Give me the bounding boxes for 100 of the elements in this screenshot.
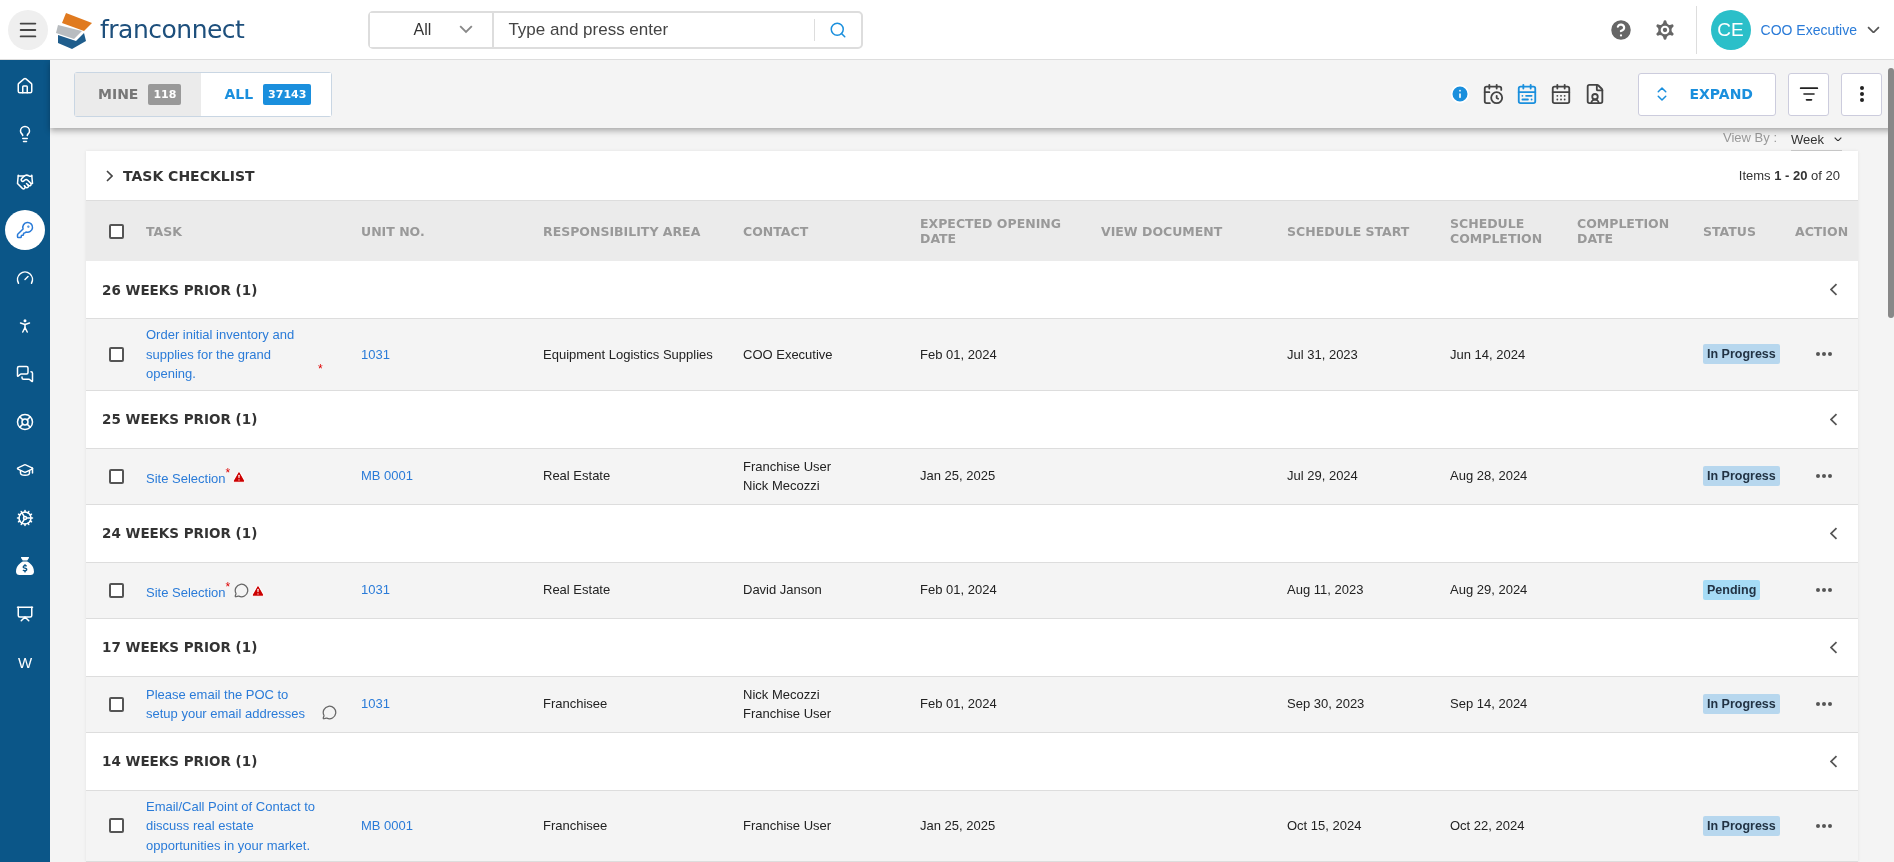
table-cell-text: Equipment Logistics Supplies	[543, 345, 713, 364]
chevron-left-icon	[1830, 283, 1838, 296]
column-header: SCHEDULE START	[1287, 223, 1411, 239]
group-title: 17 WEEKS PRIOR (1)	[102, 639, 258, 655]
scope-dropdown[interactable]: All	[370, 12, 495, 47]
info-icon[interactable]	[1450, 84, 1471, 104]
table-cell-text: Oct 22, 2024	[1450, 817, 1525, 835]
group-toggle[interactable]	[1830, 526, 1838, 540]
chevron-down-icon	[459, 25, 474, 34]
table-cell-text: Feb 01, 2024	[920, 695, 997, 714]
more-icon	[1815, 352, 1832, 357]
column-header: TASK	[146, 223, 183, 239]
table-cell-text: Real Estate	[543, 467, 611, 486]
row-checkbox[interactable]	[108, 582, 124, 598]
row-checkbox[interactable]	[108, 346, 124, 362]
contact-name: Franchise User	[743, 705, 833, 723]
group-title: 25 WEEKS PRIOR (1)	[102, 411, 258, 427]
column-header: CONTACT	[743, 223, 810, 239]
task-link[interactable]: Please email the POC to setup your email addresses	[146, 684, 318, 724]
more-icon	[1815, 702, 1832, 706]
table-cell-text: Jan 25, 2025	[920, 467, 996, 486]
table-cell-text: Feb 01, 2024	[920, 345, 997, 364]
search-icon	[829, 20, 848, 39]
more-icon	[1815, 823, 1832, 828]
filter-tab[interactable]: ALL 37143	[201, 72, 332, 116]
money-bag-icon	[16, 557, 34, 575]
search-field[interactable]: All Type and press enter	[368, 10, 864, 49]
group-toggle[interactable]	[1830, 754, 1838, 768]
status-tag: In Progress	[1703, 466, 1780, 486]
row-checkbox[interactable]	[108, 696, 124, 712]
filter-button[interactable]	[1788, 72, 1829, 116]
status-tag: Pending	[1703, 580, 1761, 600]
column-header: SCHEDULE COMPLETION	[1450, 216, 1544, 246]
unit-link[interactable]: MB 0001	[361, 466, 543, 486]
sidebar-item[interactable]	[5, 210, 45, 250]
column-header: UNIT NO.	[361, 223, 426, 239]
cog-icon	[16, 509, 34, 527]
more-button[interactable]	[1815, 474, 1832, 478]
table-cell-text: Jul 31, 2023	[1287, 345, 1358, 364]
group-toggle[interactable]	[1830, 412, 1838, 426]
calendar-icon	[1550, 83, 1573, 105]
table-cell-text: Franchisee	[543, 695, 608, 714]
filter-icon	[1798, 84, 1819, 104]
sidebar-item[interactable]: W	[5, 642, 45, 682]
chat-icon	[16, 365, 34, 383]
column-header: COMPLETION DATE	[1577, 216, 1671, 246]
unit-link[interactable]: 1031	[361, 344, 543, 364]
contact-name: COO Executive	[743, 345, 834, 364]
task-link[interactable]: Email/Call Point of Contact to discuss real estate opportunities in your market.	[146, 796, 318, 855]
status-tag: In Progress	[1703, 815, 1780, 836]
key-icon	[16, 221, 34, 239]
view-button[interactable]	[1482, 83, 1505, 105]
more-button[interactable]	[1815, 588, 1832, 592]
column-header: ACTION	[1795, 223, 1850, 239]
status-tag: In Progress	[1703, 344, 1780, 365]
view-by-label: View By :	[1723, 130, 1777, 147]
table-cell-text: Sep 14, 2024	[1450, 695, 1528, 714]
more-button[interactable]	[1815, 702, 1832, 706]
count-badge: 37143	[263, 83, 312, 105]
group-toggle[interactable]	[1830, 283, 1838, 296]
task-link[interactable]: Site Selection	[146, 582, 226, 602]
section-toggle[interactable]: TASK CHECKLIST	[106, 167, 255, 184]
more-button[interactable]	[1815, 352, 1832, 357]
column-header: VIEW DOCUMENT	[1101, 223, 1224, 239]
brand-name: franconnect	[100, 15, 245, 44]
column-header: RESPONSIBILITY AREA	[543, 223, 702, 239]
group-toggle[interactable]	[1830, 640, 1838, 654]
chevron-down-icon	[1834, 136, 1842, 142]
menu-button[interactable]	[8, 9, 48, 50]
required-mark: *	[225, 465, 231, 482]
house-icon	[16, 77, 34, 95]
user-menu[interactable]: CE COO Executive	[1695, 5, 1886, 54]
unit-link[interactable]: 1031	[361, 694, 543, 714]
more-icon	[1815, 588, 1832, 592]
column-header: EXPECTED OPENING DATE	[920, 216, 1062, 246]
required-mark: *	[318, 360, 323, 378]
more-button[interactable]	[1815, 823, 1832, 828]
select-all-checkbox[interactable]	[108, 223, 124, 239]
row-checkbox[interactable]	[108, 818, 124, 834]
status-tag: In Progress	[1703, 694, 1780, 714]
chevron-left-icon	[1830, 754, 1838, 768]
scrollbar[interactable]	[1888, 68, 1894, 318]
chevron-left-icon	[1830, 640, 1838, 654]
filter-tab[interactable]: MINE 118	[75, 72, 202, 116]
user-name: COO Executive	[1760, 21, 1857, 38]
unit-link[interactable]: 1031	[361, 580, 543, 600]
column-header: STATUS	[1703, 223, 1757, 239]
view-button[interactable]	[1550, 83, 1573, 105]
task-link[interactable]: Order initial inventory and supplies for the grand opening.	[146, 325, 318, 384]
table-cell-text: Aug 28, 2024	[1450, 467, 1528, 486]
lifebuoy-icon	[16, 413, 34, 431]
row-checkbox[interactable]	[108, 468, 124, 484]
chevron-left-icon	[1830, 412, 1838, 426]
task-link[interactable]: Site Selection	[146, 468, 226, 488]
table-cell-text: Real Estate	[543, 581, 611, 600]
expand-button[interactable]: EXPAND	[1638, 72, 1776, 116]
group-title: 24 WEEKS PRIOR (1)	[102, 525, 258, 541]
table-cell-text: Feb 01, 2024	[920, 581, 997, 600]
unit-link[interactable]: MB 0001	[361, 816, 543, 836]
table-cell-text: Aug 29, 2024	[1450, 581, 1528, 600]
